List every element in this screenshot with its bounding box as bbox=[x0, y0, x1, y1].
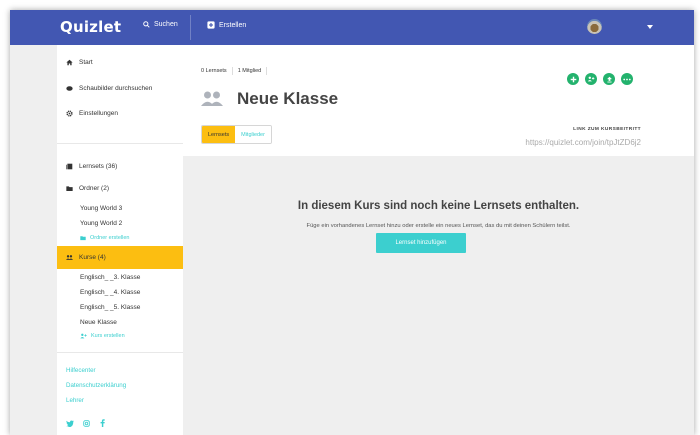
divider bbox=[57, 143, 183, 144]
folder-icon bbox=[66, 186, 73, 191]
folder-item[interactable]: Young World 2 bbox=[80, 220, 122, 227]
add-member-icon bbox=[587, 76, 595, 82]
facebook-icon[interactable] bbox=[98, 419, 106, 427]
more-icon bbox=[623, 78, 631, 80]
teachers-link[interactable]: Lehrer bbox=[66, 397, 84, 404]
sidebar-item-sets[interactable]: Lernsets (36) bbox=[57, 163, 183, 170]
quizlet-logo[interactable]: Quizlet bbox=[60, 18, 121, 36]
create-label: Erstellen bbox=[219, 21, 247, 29]
sidebar-item-label: Ordner (2) bbox=[79, 185, 109, 192]
privacy-link[interactable]: Datenschutzerklärung bbox=[66, 382, 126, 389]
join-link-url[interactable]: https://quizlet.com/join/tpJtZD6j2 bbox=[525, 138, 641, 147]
create-course-link[interactable]: Kurs erstellen bbox=[80, 333, 125, 339]
sidebar-item-label: Start bbox=[79, 59, 93, 66]
home-icon bbox=[66, 59, 73, 66]
user-avatar[interactable] bbox=[587, 19, 602, 34]
sidebar-item-settings[interactable]: Einstellungen bbox=[57, 110, 183, 117]
help-center-link[interactable]: Hilfecenter bbox=[66, 367, 96, 374]
course-item[interactable]: Neue Klasse bbox=[80, 319, 117, 326]
divider bbox=[190, 15, 191, 40]
create-folder-link[interactable]: Ordner erstellen bbox=[80, 235, 129, 241]
search-button[interactable]: Suchen bbox=[143, 21, 178, 28]
add-set-button[interactable]: Lernset hinzufügen bbox=[376, 233, 466, 253]
join-link-label: LINK ZUM KURSBEITRITT bbox=[573, 127, 641, 132]
twitter-icon[interactable] bbox=[66, 419, 74, 427]
sidebar-item-start[interactable]: Start bbox=[57, 59, 183, 66]
sidebar-item-folders[interactable]: Ordner (2) bbox=[57, 185, 183, 192]
sets-count: 0 Lernsets bbox=[201, 68, 227, 74]
divider bbox=[57, 352, 183, 353]
sidebar-item-courses[interactable]: Kurse (4) bbox=[57, 246, 183, 269]
sidebar-item-diagrams[interactable]: Schaubilder durchsuchen bbox=[57, 85, 183, 92]
sidebar: Start Schaubilder durchsuchen Einstellun… bbox=[57, 45, 183, 435]
sidebar-item-label: Schaubilder durchsuchen bbox=[79, 85, 153, 92]
sidebar-item-label: Einstellungen bbox=[79, 110, 119, 117]
search-label: Suchen bbox=[154, 21, 178, 28]
folder-item[interactable]: Young World 3 bbox=[80, 205, 122, 212]
page-title: Neue Klasse bbox=[237, 89, 339, 108]
tab-sets[interactable]: Lernsets bbox=[202, 126, 236, 143]
members-count: 1 Mitglied bbox=[237, 68, 262, 74]
empty-state-subtitle: Füge ein vorhandenes Lernset hinzu oder … bbox=[306, 223, 571, 229]
add-icon bbox=[570, 76, 576, 82]
share-button[interactable] bbox=[603, 73, 615, 85]
folder-add-icon bbox=[80, 236, 86, 241]
course-item[interactable]: Englisch_ _5. Klasse bbox=[80, 304, 140, 311]
empty-state-title: In diesem Kurs sind noch keine Lernsets … bbox=[297, 200, 580, 212]
group-icon bbox=[201, 91, 223, 106]
top-bar: Quizlet Suchen Erstellen bbox=[10, 10, 694, 45]
divider bbox=[266, 67, 268, 75]
create-folder-label: Ordner erstellen bbox=[90, 235, 130, 241]
upload-icon bbox=[606, 76, 612, 82]
instagram-icon[interactable] bbox=[82, 419, 90, 427]
add-group-icon bbox=[80, 333, 87, 339]
add-member-button[interactable] bbox=[585, 73, 597, 85]
chevron-down-icon[interactable] bbox=[647, 25, 653, 29]
create-icon bbox=[207, 21, 215, 29]
create-button[interactable]: Erstellen bbox=[207, 21, 246, 29]
gear-icon bbox=[66, 110, 73, 117]
class-tabs: Lernsets Mitglieder bbox=[201, 125, 272, 144]
class-meta: 0 Lernsets 1 Mitglied bbox=[201, 67, 268, 75]
sidebar-item-label: Kurse (4) bbox=[79, 254, 106, 261]
diagram-icon bbox=[66, 86, 73, 91]
tab-members[interactable]: Mitglieder bbox=[235, 126, 271, 143]
create-course-label: Kurs erstellen bbox=[91, 333, 125, 339]
search-icon bbox=[143, 21, 150, 28]
divider bbox=[231, 67, 233, 75]
course-item[interactable]: Englisch_ _4. Klasse bbox=[80, 289, 140, 296]
sidebar-item-label: Lernsets (36) bbox=[79, 163, 118, 170]
add-set-button[interactable] bbox=[567, 73, 579, 85]
course-item[interactable]: Englisch_ _3. Klasse bbox=[80, 274, 140, 281]
class-header: 0 Lernsets 1 Mitglied Neue Klasse Lernse… bbox=[183, 45, 694, 156]
app-window: Quizlet Suchen Erstellen Start Schaubild… bbox=[10, 10, 694, 435]
more-button[interactable] bbox=[621, 73, 633, 85]
group-icon bbox=[66, 255, 73, 260]
sets-icon bbox=[66, 163, 73, 170]
